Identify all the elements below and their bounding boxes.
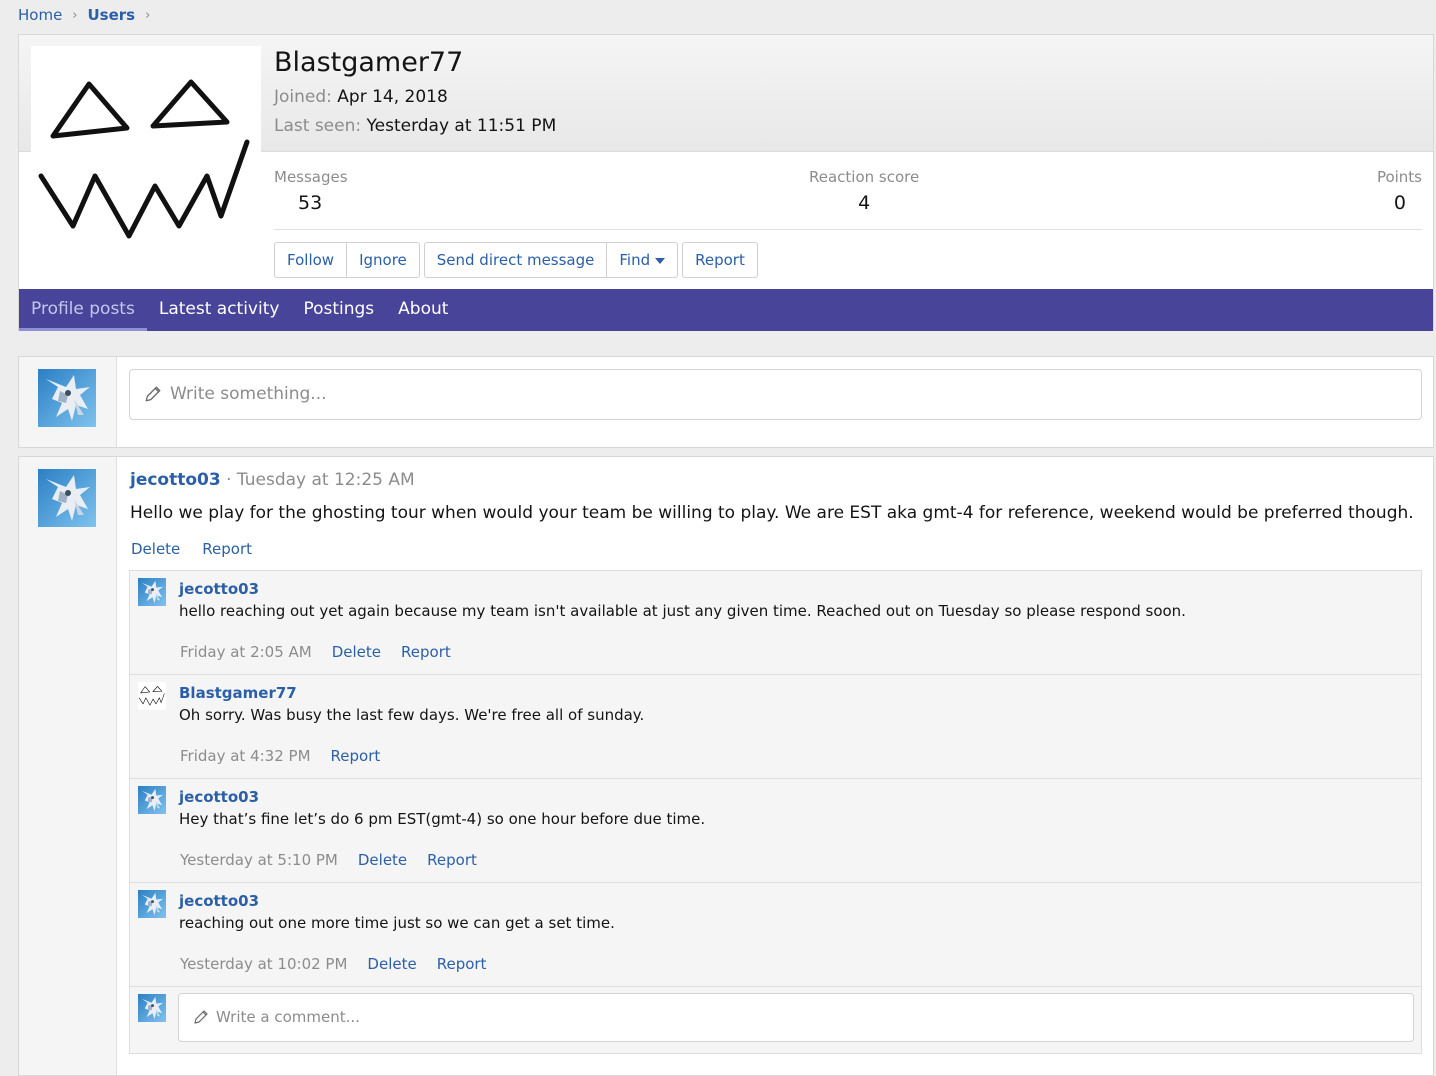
delete-post-link[interactable]: Delete — [131, 540, 180, 558]
last-seen-row: Last seen: Yesterday at 11:51 PM — [274, 116, 556, 136]
comment-item: jecotto03 reaching out one more time jus… — [130, 883, 1421, 987]
comment-time[interactable]: Yesterday at 5:10 PM — [180, 851, 338, 869]
pencil-icon — [193, 1009, 209, 1025]
profile-post: jecotto03 · Tuesday at 12:25 AM Hello we… — [18, 456, 1434, 1076]
comment-report-link[interactable]: Report — [401, 643, 451, 661]
post-actions: Delete Report — [131, 540, 252, 558]
new-post-block: Write something... — [18, 356, 1434, 448]
tab-postings[interactable]: Postings — [291, 289, 386, 331]
comment-text: reaching out one more time just so we ca… — [179, 914, 615, 932]
pencil-icon — [144, 385, 162, 403]
breadcrumb: Home › Users › — [18, 6, 160, 24]
tab-profile-posts[interactable]: Profile posts — [19, 289, 147, 331]
stat-reaction: Reaction score 4 — [809, 168, 919, 214]
comment-delete-link[interactable]: Delete — [367, 955, 416, 973]
report-profile-button[interactable]: Report — [683, 243, 757, 277]
comment-text: hello reaching out yet again because my … — [179, 602, 1186, 620]
comment-author[interactable]: Blastgamer77 — [179, 684, 297, 702]
find-label: Find — [619, 251, 651, 269]
comments-list: jecotto03 hello reaching out yet again b… — [129, 570, 1422, 1054]
breadcrumb-home[interactable]: Home — [18, 6, 62, 24]
avatar[interactable] — [38, 469, 96, 527]
avatar[interactable] — [138, 682, 166, 710]
comment-item: jecotto03 Hey that’s fine let’s do 6 pm … — [130, 779, 1421, 883]
comment-footer: Yesterday at 5:10 PM Delete Report — [180, 851, 477, 869]
comment-time[interactable]: Yesterday at 10:02 PM — [180, 955, 347, 973]
avatar[interactable] — [138, 786, 166, 814]
comment-text: Oh sorry. Was busy the last few days. We… — [179, 706, 645, 724]
ignore-button[interactable]: Ignore — [347, 243, 419, 277]
comment-time[interactable]: Friday at 4:32 PM — [180, 747, 311, 765]
profile-block: Blastgamer77 Joined: Apr 14, 2018 Last s… — [18, 34, 1434, 331]
stat-messages-value[interactable]: 53 — [274, 192, 348, 214]
find-button[interactable]: Find — [607, 243, 677, 277]
comment-report-link[interactable]: Report — [331, 747, 381, 765]
send-dm-button[interactable]: Send direct message — [425, 243, 608, 277]
post-time[interactable]: Tuesday at 12:25 AM — [237, 470, 415, 490]
stat-points-value[interactable]: 0 — [1377, 192, 1422, 214]
avatar[interactable] — [138, 578, 166, 606]
comment-author[interactable]: jecotto03 — [179, 892, 259, 910]
profile-tabs: Profile posts Latest activity Postings A… — [19, 289, 1433, 331]
stat-reaction-value[interactable]: 4 — [809, 192, 919, 214]
report-group: Report — [682, 242, 758, 278]
avatar[interactable] — [138, 994, 166, 1022]
chevron-right-icon: › — [72, 7, 78, 23]
write-comment-input[interactable]: Write a comment... — [178, 993, 1414, 1042]
follow-button[interactable]: Follow — [275, 243, 348, 277]
chevron-right-icon: › — [145, 7, 151, 23]
post-avatar-col — [19, 457, 117, 1075]
profile-actions: Follow Ignore Send direct message Find R… — [274, 242, 758, 278]
write-comment-placeholder: Write a comment... — [216, 1008, 360, 1026]
comment-footer: Friday at 2:05 AM Delete Report — [180, 643, 451, 661]
report-post-link[interactable]: Report — [202, 540, 252, 558]
tab-about[interactable]: About — [386, 289, 460, 331]
comment-item: jecotto03 hello reaching out yet again b… — [130, 571, 1421, 675]
new-post-avatar-col — [19, 357, 117, 447]
profile-avatar[interactable] — [31, 46, 261, 276]
comment-item: Blastgamer77 Oh sorry. Was busy the last… — [130, 675, 1421, 779]
comment-footer: Friday at 4:32 PM Report — [180, 747, 380, 765]
post-header: jecotto03 · Tuesday at 12:25 AM — [130, 470, 415, 490]
joined-value: Apr 14, 2018 — [337, 87, 448, 107]
stat-points: Points 0 — [1377, 168, 1422, 214]
message-find-group: Send direct message Find — [423, 242, 679, 278]
comment-delete-link[interactable]: Delete — [332, 643, 381, 661]
avatar[interactable] — [138, 890, 166, 918]
post-author[interactable]: jecotto03 — [130, 470, 221, 490]
comment-write-row: Write a comment... — [130, 987, 1421, 1053]
write-something-input[interactable]: Write something... — [129, 369, 1422, 420]
profile-name: Blastgamer77 — [274, 47, 464, 78]
post-body: Hello we play for the ghosting tour when… — [130, 503, 1414, 523]
avatar[interactable] — [38, 369, 96, 427]
follow-ignore-group: Follow Ignore — [274, 242, 420, 278]
comment-text: Hey that’s fine let’s do 6 pm EST(gmt-4)… — [179, 810, 706, 828]
comment-author[interactable]: jecotto03 — [179, 788, 259, 806]
stat-messages: Messages 53 — [274, 168, 348, 214]
comment-report-link[interactable]: Report — [437, 955, 487, 973]
comment-time[interactable]: Friday at 2:05 AM — [180, 643, 312, 661]
write-something-placeholder: Write something... — [170, 384, 327, 404]
profile-stats: Messages 53 Reaction score 4 Points 0 — [274, 168, 1422, 230]
comment-delete-link[interactable]: Delete — [358, 851, 407, 869]
tab-latest-activity[interactable]: Latest activity — [147, 289, 292, 331]
comment-report-link[interactable]: Report — [427, 851, 477, 869]
comment-footer: Yesterday at 10:02 PM Delete Report — [180, 955, 486, 973]
stat-reaction-label: Reaction score — [809, 168, 920, 186]
caret-down-icon — [655, 257, 666, 264]
stat-points-label: Points — [1376, 168, 1422, 186]
stat-messages-label: Messages — [274, 168, 348, 186]
joined-row: Joined: Apr 14, 2018 — [274, 87, 448, 107]
dot-separator: · — [226, 470, 237, 490]
comment-author[interactable]: jecotto03 — [179, 580, 259, 598]
last-seen-label: Last seen: — [274, 116, 362, 136]
last-seen-value[interactable]: Yesterday at 11:51 PM — [367, 116, 557, 136]
breadcrumb-users[interactable]: Users — [88, 6, 136, 24]
joined-label: Joined: — [274, 87, 332, 107]
